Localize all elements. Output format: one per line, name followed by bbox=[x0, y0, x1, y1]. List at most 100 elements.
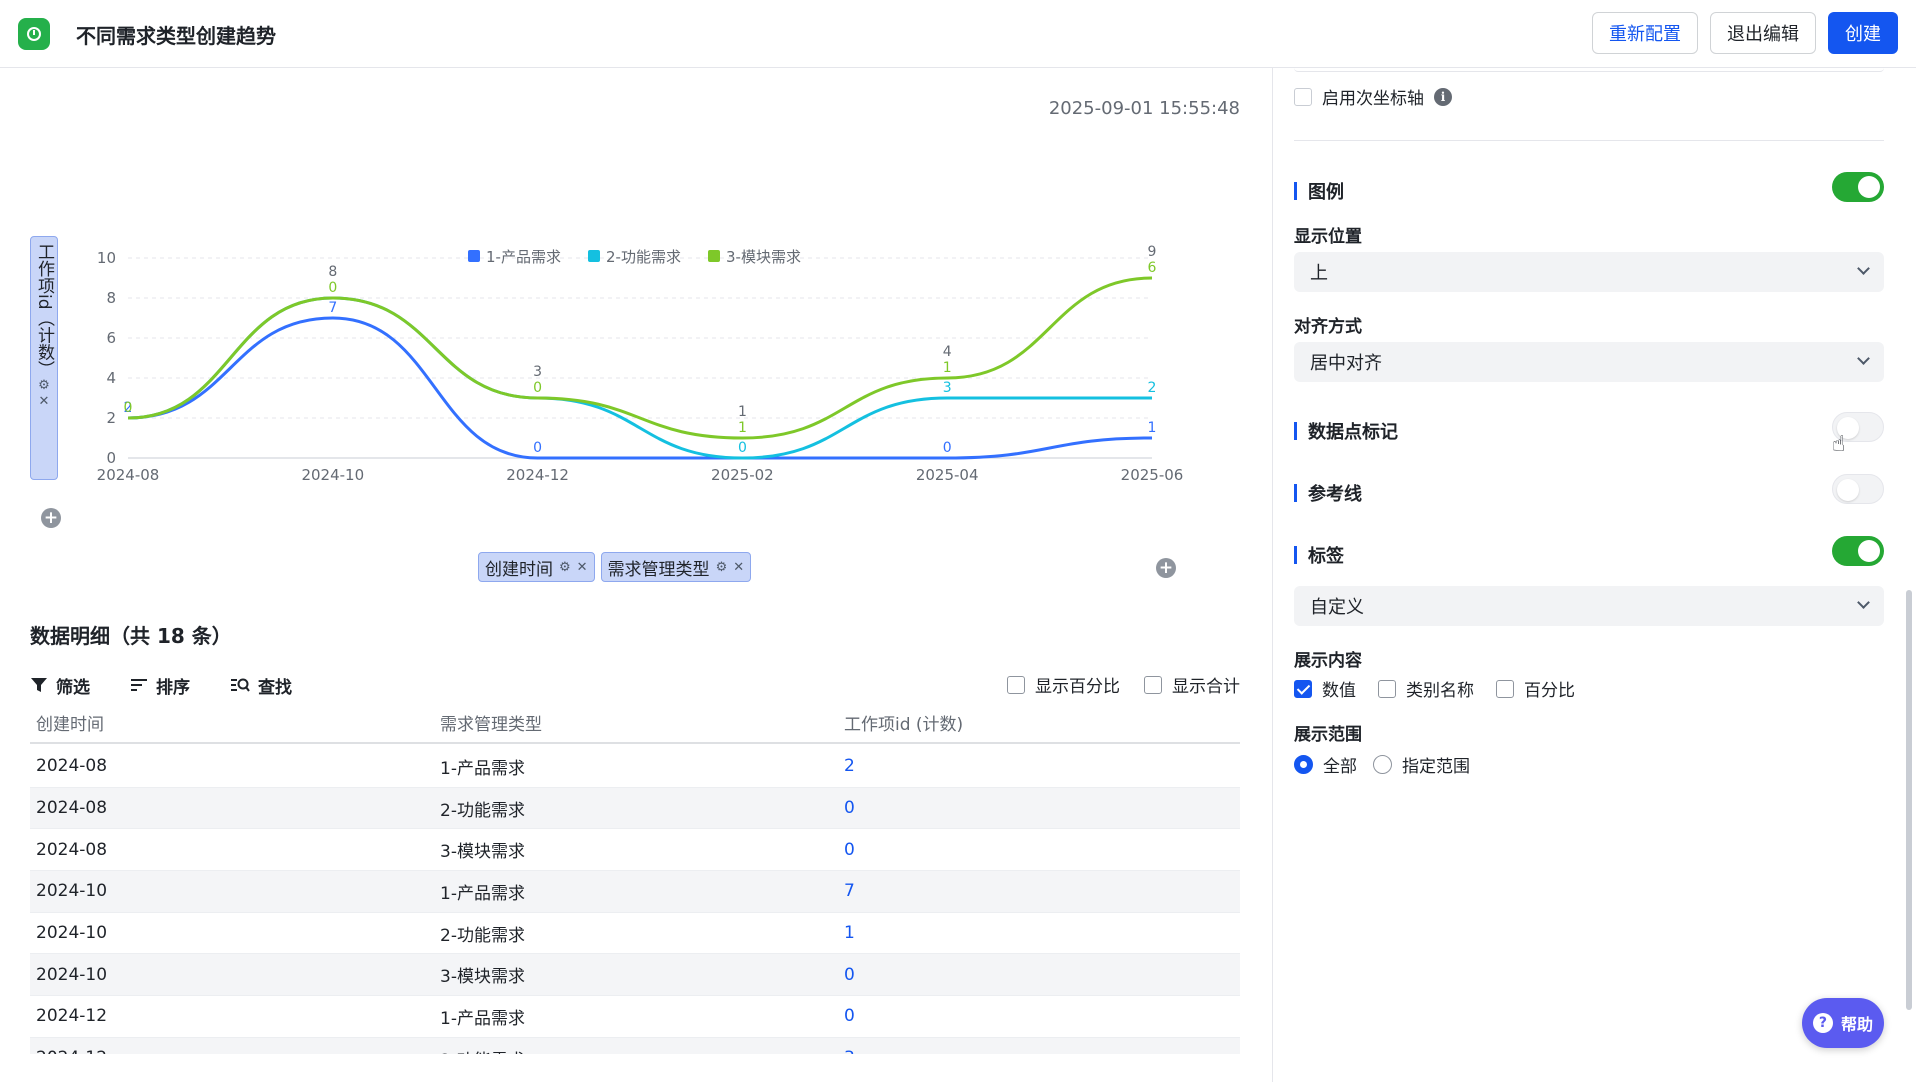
label-section-title: 标签 bbox=[1294, 542, 1344, 568]
checkbox-box[interactable] bbox=[1007, 675, 1025, 694]
table-cell: 1 bbox=[844, 923, 855, 944]
radio-button[interactable] bbox=[1373, 755, 1392, 774]
show-percent-label: 显示百分比 bbox=[1035, 677, 1120, 697]
data-label: 7 bbox=[328, 300, 337, 316]
table-row[interactable]: 2024-08 2-功能需求 0 bbox=[30, 787, 1240, 830]
panel-scrollbar[interactable] bbox=[1906, 590, 1912, 1010]
table-toolbar: 筛选 排序 查找 显示百分比 显示合计 bbox=[30, 670, 1240, 700]
data-label: 0 bbox=[124, 400, 133, 416]
filter-button[interactable]: 筛选 bbox=[30, 673, 90, 698]
align-select[interactable]: 居中对齐 bbox=[1294, 342, 1884, 382]
total-label: 9 bbox=[1148, 244, 1157, 260]
content-option-percent[interactable]: 百分比 bbox=[1496, 676, 1575, 701]
legend-swatch[interactable] bbox=[708, 250, 720, 262]
close-icon[interactable]: ✕ bbox=[39, 394, 50, 410]
position-value: 上 bbox=[1310, 263, 1328, 284]
show-percent-checkbox[interactable]: 显示百分比 bbox=[1007, 672, 1120, 697]
table-cell: 2024-12 bbox=[36, 1006, 108, 1027]
reset-config-button[interactable]: 重新配置 bbox=[1592, 12, 1698, 54]
data-label: 1 bbox=[738, 420, 747, 436]
add-x-field-icon[interactable]: + bbox=[1156, 558, 1176, 578]
table-row[interactable]: 2024-08 1-产品需求 2 bbox=[30, 746, 1240, 788]
legend-label[interactable]: 1-产品需求 bbox=[486, 248, 561, 266]
checkbox-box[interactable] bbox=[1378, 679, 1396, 698]
show-total-label: 显示合计 bbox=[1172, 677, 1240, 697]
table-cell: 2024-10 bbox=[36, 923, 108, 944]
gear-icon[interactable]: ⚙ bbox=[559, 560, 571, 575]
checkbox-box[interactable] bbox=[1144, 675, 1162, 694]
label-mode-select[interactable]: 自定义 bbox=[1294, 586, 1884, 626]
checkbox-box[interactable] bbox=[1294, 87, 1312, 106]
panel-divider bbox=[1272, 68, 1273, 1082]
close-icon[interactable]: ✕ bbox=[733, 560, 744, 575]
page-title: 不同需求类型创建趋势 bbox=[76, 24, 276, 48]
column-header-count[interactable]: 工作项id (计数) bbox=[838, 710, 963, 735]
legend-swatch[interactable] bbox=[588, 250, 600, 262]
range-option-all[interactable]: 全部 bbox=[1294, 752, 1357, 777]
data-label: 1 bbox=[943, 360, 952, 376]
find-icon bbox=[231, 678, 250, 692]
checkbox-box[interactable] bbox=[1294, 679, 1312, 698]
legend-label[interactable]: 2-功能需求 bbox=[606, 248, 681, 266]
pointer-cursor-icon: ☝ bbox=[1832, 432, 1846, 457]
x-tick-label: 2024-08 bbox=[97, 466, 160, 484]
y-axis-field-label: 工作项id（计数） bbox=[34, 243, 54, 378]
table-row[interactable]: 2024-08 3-模块需求 0 bbox=[30, 829, 1240, 872]
separator bbox=[1294, 140, 1884, 141]
chevron-down-icon bbox=[1857, 596, 1870, 609]
add-y-field-icon[interactable]: + bbox=[41, 508, 61, 528]
secondary-axis-checkbox[interactable]: 启用次坐标轴 i bbox=[1294, 84, 1452, 109]
table-cell: 2024-12 bbox=[30, 1048, 434, 1054]
x-field-tag-demand-type[interactable]: 需求管理类型 ⚙ ✕ bbox=[600, 552, 752, 582]
x-field-label: 创建时间 bbox=[485, 559, 553, 580]
x-field-tag-created-time[interactable]: 创建时间 ⚙ ✕ bbox=[478, 552, 595, 582]
y-axis-field-tag[interactable]: 工作项id（计数） ⚙ ✕ bbox=[30, 236, 58, 480]
data-label: 6 bbox=[1148, 260, 1157, 276]
radio-button[interactable] bbox=[1294, 755, 1313, 774]
range-label: 展示范围 bbox=[1294, 725, 1362, 745]
content-option-value[interactable]: 数值 bbox=[1294, 676, 1356, 701]
create-button[interactable]: 创建 bbox=[1828, 12, 1898, 54]
table-cell: 2-功能需求 bbox=[440, 800, 525, 821]
table-cell: 1-产品需求 bbox=[440, 1008, 525, 1029]
gear-icon[interactable]: ⚙ bbox=[716, 560, 728, 575]
checkbox-box[interactable] bbox=[1496, 679, 1514, 698]
legend-swatch[interactable] bbox=[468, 250, 480, 262]
range-option-specified[interactable]: 指定范围 bbox=[1373, 752, 1470, 777]
refline-toggle[interactable] bbox=[1832, 474, 1884, 504]
refline-section-title: 参考线 bbox=[1294, 480, 1362, 506]
table-row[interactable]: 2024-10 1-产品需求 7 bbox=[30, 871, 1240, 913]
exit-edit-button[interactable]: 退出编辑 bbox=[1710, 12, 1816, 54]
table-row[interactable]: 2024-10 3-模块需求 0 bbox=[30, 954, 1240, 997]
table-cell: 2024-08 bbox=[36, 798, 108, 819]
legend-toggle[interactable] bbox=[1832, 172, 1884, 202]
y-tick-label: 2 bbox=[106, 409, 116, 427]
help-label: 帮助 bbox=[1840, 1015, 1873, 1034]
data-label: 2 bbox=[1148, 380, 1157, 396]
question-icon: ? bbox=[1812, 1013, 1833, 1033]
table-row[interactable]: 2024-10 2-功能需求 1 bbox=[30, 913, 1240, 955]
align-value: 居中对齐 bbox=[1310, 353, 1382, 374]
table-cell: 0 bbox=[844, 1006, 855, 1027]
column-header-time[interactable]: 创建时间 bbox=[30, 710, 434, 735]
legend-label[interactable]: 3-模块需求 bbox=[726, 248, 801, 266]
find-button[interactable]: 查找 bbox=[230, 673, 292, 698]
content-option-category[interactable]: 类别名称 bbox=[1378, 676, 1474, 701]
table-row[interactable]: 2024-122-功能需求3 bbox=[30, 1037, 1240, 1054]
help-button[interactable]: ? 帮助 bbox=[1802, 998, 1884, 1048]
show-total-checkbox[interactable]: 显示合计 bbox=[1144, 672, 1240, 697]
gear-icon[interactable]: ⚙ bbox=[38, 378, 50, 394]
marker-section-title: 数据点标记 bbox=[1294, 418, 1398, 444]
label-toggle[interactable] bbox=[1832, 536, 1884, 566]
series-line bbox=[127, 316, 1153, 460]
app-logo-icon bbox=[18, 18, 50, 50]
close-icon[interactable]: ✕ bbox=[577, 560, 588, 575]
top-bar: 不同需求类型创建趋势 重新配置 退出编辑 创建 bbox=[0, 0, 1916, 68]
info-icon[interactable]: i bbox=[1434, 87, 1452, 106]
option-label: 全部 bbox=[1323, 757, 1357, 777]
position-select[interactable]: 上 bbox=[1294, 252, 1884, 292]
table-row[interactable]: 2024-12 1-产品需求 0 bbox=[30, 996, 1240, 1038]
sort-button[interactable]: 排序 bbox=[130, 673, 190, 698]
total-label: 3 bbox=[533, 364, 542, 380]
column-header-type[interactable]: 需求管理类型 bbox=[434, 710, 838, 735]
